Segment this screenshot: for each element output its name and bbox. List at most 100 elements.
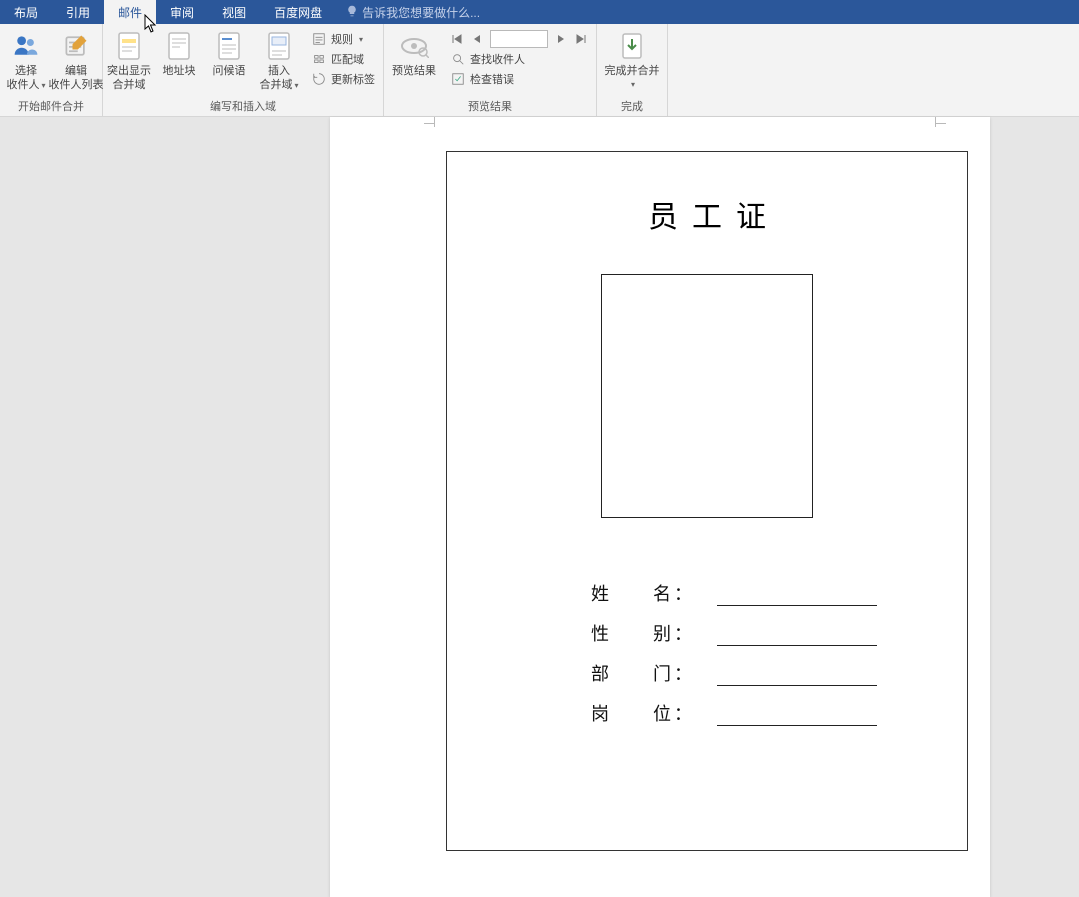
insert-merge-field-icon: [263, 30, 295, 62]
insert-merge-label-2: 合并域: [259, 79, 292, 91]
field-underline: [717, 666, 877, 686]
highlight-label-2: 合并域: [113, 78, 146, 92]
preview-results-icon: [398, 30, 430, 62]
group-label-start: 开始邮件合并: [4, 97, 98, 116]
last-record-button[interactable]: [574, 32, 588, 46]
tab-baidu-netdisk[interactable]: 百度网盘: [260, 0, 336, 24]
group-finish: 完成并合并 ▾ 完成: [597, 24, 668, 116]
field-colon: ：: [671, 700, 695, 726]
insert-merge-field-button[interactable]: 插入 合并域▾: [257, 26, 301, 97]
field-label-char: 门: [653, 660, 671, 686]
record-number-input[interactable]: [490, 30, 548, 48]
tab-view[interactable]: 视图: [208, 0, 260, 24]
greeting-line-button[interactable]: 问候语: [207, 26, 251, 97]
field-underline: [717, 626, 877, 646]
photo-placeholder: [601, 274, 813, 518]
crop-mark: [935, 117, 936, 127]
next-record-button[interactable]: [554, 32, 568, 46]
chevron-down-icon: ▾: [41, 81, 45, 90]
field-label-char: 岗: [591, 700, 609, 726]
update-labels-label: 更新标签: [331, 71, 375, 87]
group-write-insert-fields: 突出显示 合并域 地址块 问候语: [103, 24, 384, 116]
highlight-label-1: 突出显示: [107, 64, 151, 78]
rules-button[interactable]: 规则 ▾: [307, 30, 379, 48]
rules-label: 规则: [331, 31, 353, 47]
chevron-down-icon: ▾: [294, 81, 298, 90]
tab-review[interactable]: 审阅: [156, 0, 208, 24]
field-colon: ：: [671, 620, 695, 646]
edit-recipient-list-button[interactable]: 编辑 收件人列表: [54, 26, 98, 97]
field-underline: [717, 586, 877, 606]
field-underline: [717, 706, 877, 726]
preview-results-label: 预览结果: [392, 64, 436, 78]
select-recipients-button[interactable]: 选择 收件人▾: [4, 26, 48, 97]
chevron-down-icon: ▾: [359, 35, 363, 44]
field-row-gender: 性 别 ：: [591, 606, 967, 646]
address-block-label: 地址块: [163, 64, 196, 78]
match-fields-icon: [311, 51, 327, 67]
field-label-char: 位: [653, 700, 671, 726]
tab-mailings[interactable]: 邮件: [104, 0, 156, 24]
record-navigation: [446, 26, 592, 48]
insert-merge-label-1: 插入: [268, 64, 290, 78]
greeting-line-icon: [213, 30, 245, 62]
search-icon: [450, 51, 466, 67]
match-fields-label: 匹配域: [331, 51, 364, 67]
crop-mark: [434, 117, 435, 127]
address-block-button[interactable]: 地址块: [157, 26, 201, 97]
find-recipient-button[interactable]: 查找收件人: [446, 50, 592, 68]
field-label-char: 名: [653, 580, 671, 606]
ribbon: 选择 收件人▾ 编辑 收件人列表 开始邮件合并: [0, 24, 1079, 117]
update-labels-button[interactable]: 更新标签: [307, 70, 379, 88]
field-label-char: 姓: [591, 580, 609, 606]
check-errors-icon: [450, 71, 466, 87]
address-block-icon: [163, 30, 195, 62]
field-label-char: 别: [653, 620, 671, 646]
tab-layout[interactable]: 布局: [0, 0, 52, 24]
highlight-merge-fields-button[interactable]: 突出显示 合并域: [107, 26, 151, 97]
tab-references[interactable]: 引用: [52, 0, 104, 24]
group-label-write: 编写和插入域: [107, 97, 379, 116]
find-recipient-label: 查找收件人: [470, 51, 525, 67]
select-recipients-label-2: 收件人: [6, 79, 39, 91]
rules-icon: [311, 31, 327, 47]
document-page[interactable]: 员工证 姓 名 ： 性 别 ： 部 门 ：: [330, 117, 990, 897]
field-row-department: 部 门 ：: [591, 646, 967, 686]
group-label-preview: 预览结果: [388, 97, 592, 116]
chevron-down-icon: ▾: [631, 78, 635, 92]
tell-me-search[interactable]: 告诉我您想要做什么...: [336, 0, 490, 24]
update-labels-icon: [311, 71, 327, 87]
field-row-name: 姓 名 ：: [591, 566, 967, 606]
select-recipients-icon: [10, 30, 42, 62]
field-row-position: 岗 位 ：: [591, 686, 967, 726]
first-record-button[interactable]: [450, 32, 464, 46]
document-workspace[interactable]: 员工证 姓 名 ： 性 别 ： 部 门 ：: [0, 117, 1079, 850]
check-errors-button[interactable]: 检查错误: [446, 70, 592, 88]
previous-record-button[interactable]: [470, 32, 484, 46]
edit-recipient-list-icon: [60, 30, 92, 62]
group-start-mail-merge: 选择 收件人▾ 编辑 收件人列表 开始邮件合并: [0, 24, 103, 116]
highlight-fields-icon: [113, 30, 145, 62]
field-label-char: 部: [591, 660, 609, 686]
finish-and-merge-button[interactable]: 完成并合并 ▾: [601, 26, 663, 97]
document-title: 员工证: [447, 152, 967, 266]
field-colon: ：: [671, 580, 695, 606]
match-fields-button[interactable]: 匹配域: [307, 50, 379, 68]
edit-recipients-label-1: 编辑: [65, 64, 87, 78]
field-colon: ：: [671, 660, 695, 686]
crop-mark: [936, 123, 946, 124]
finish-merge-icon: [616, 30, 648, 62]
preview-results-button[interactable]: 预览结果: [388, 26, 440, 97]
finish-merge-label: 完成并合并: [605, 64, 660, 78]
employee-card-frame: 员工证 姓 名 ： 性 别 ： 部 门 ：: [446, 151, 968, 851]
greeting-line-label: 问候语: [213, 64, 246, 78]
ribbon-tab-bar: 布局 引用 邮件 审阅 视图 百度网盘 告诉我您想要做什么...: [0, 0, 1079, 24]
select-recipients-label-1: 选择: [15, 64, 37, 78]
field-label-char: 性: [591, 620, 609, 646]
tell-me-placeholder: 告诉我您想要做什么...: [362, 4, 480, 21]
crop-mark: [424, 123, 434, 124]
group-label-finish: 完成: [601, 97, 663, 116]
employee-fields: 姓 名 ： 性 别 ： 部 门 ： 岗 位: [591, 566, 967, 726]
edit-recipients-label-2: 收件人列表: [49, 78, 104, 92]
check-errors-label: 检查错误: [470, 71, 514, 87]
